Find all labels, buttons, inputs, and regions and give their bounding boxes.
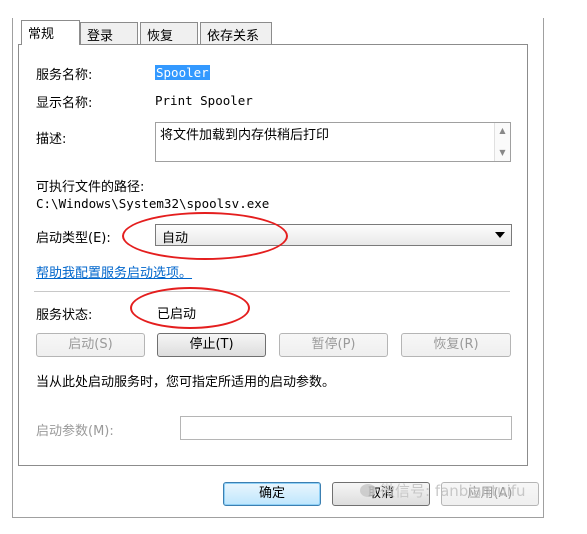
display-name-value[interactable]: Print Spooler: [155, 93, 253, 108]
section-divider: [34, 291, 510, 292]
description-text: 将文件加载到内存供稍后打印: [160, 128, 330, 143]
service-name-value[interactable]: Spooler: [155, 65, 210, 80]
exec-path-label: 可执行文件的路径:: [36, 180, 145, 195]
ok-button[interactable]: 确定: [223, 482, 321, 506]
wechat-icon: [360, 484, 376, 497]
dialog-border-bottom: [12, 517, 544, 518]
watermark-text: 微信号: fanbiantuifu: [380, 482, 526, 500]
start-parameters-label: 启动参数(M):: [36, 424, 114, 439]
annotation-circle-startup-type: [122, 212, 288, 260]
help-configure-startup-link[interactable]: 帮助我配置服务启动选项。: [36, 262, 192, 281]
scroll-up-icon[interactable]: ▲: [495, 125, 510, 137]
wechat-watermark: 微信号: fanbiantuifu: [360, 480, 526, 501]
tab-recovery-label: 恢复: [147, 29, 174, 44]
tab-logon[interactable]: 登录: [80, 22, 138, 44]
start-parameters-input[interactable]: [180, 416, 512, 440]
service-name-label: 服务名称:: [36, 68, 93, 83]
start-parameters-hint: 当从此处启动服务时，您可指定所适用的启动参数。: [36, 375, 336, 390]
dialog-border-left: [12, 18, 13, 518]
annotation-circle-service-status: [130, 287, 250, 329]
tab-recovery[interactable]: 恢复: [140, 22, 198, 44]
startup-type-label: 启动类型(E):: [36, 231, 111, 246]
service-status-label: 服务状态:: [36, 308, 93, 323]
resume-button[interactable]: 恢复(R): [401, 333, 511, 357]
tab-general-label: 常规: [28, 27, 55, 42]
description-textbox[interactable]: 将文件加载到内存供稍后打印 ▲ ▼: [155, 122, 511, 162]
start-button[interactable]: 启动(S): [36, 333, 145, 357]
tab-dependencies[interactable]: 依存关系: [200, 22, 272, 44]
description-scrollbar[interactable]: ▲ ▼: [494, 123, 510, 161]
chevron-down-icon: [495, 232, 505, 238]
scroll-down-icon[interactable]: ▼: [495, 147, 510, 159]
stop-button[interactable]: 停止(T): [157, 333, 266, 357]
tab-general[interactable]: 常规: [21, 20, 80, 45]
tab-logon-label: 登录: [87, 29, 114, 44]
service-name-selected-text: Spooler: [155, 65, 210, 80]
display-name-label: 显示名称:: [36, 96, 93, 111]
description-label: 描述:: [36, 132, 67, 147]
pause-button[interactable]: 暂停(P): [279, 333, 388, 357]
dialog-border-right: [543, 18, 544, 518]
exec-path-value[interactable]: C:\Windows\System32\spoolsv.exe: [36, 196, 269, 211]
general-tab-panel: [18, 44, 528, 466]
tab-dependencies-label: 依存关系: [207, 29, 260, 44]
